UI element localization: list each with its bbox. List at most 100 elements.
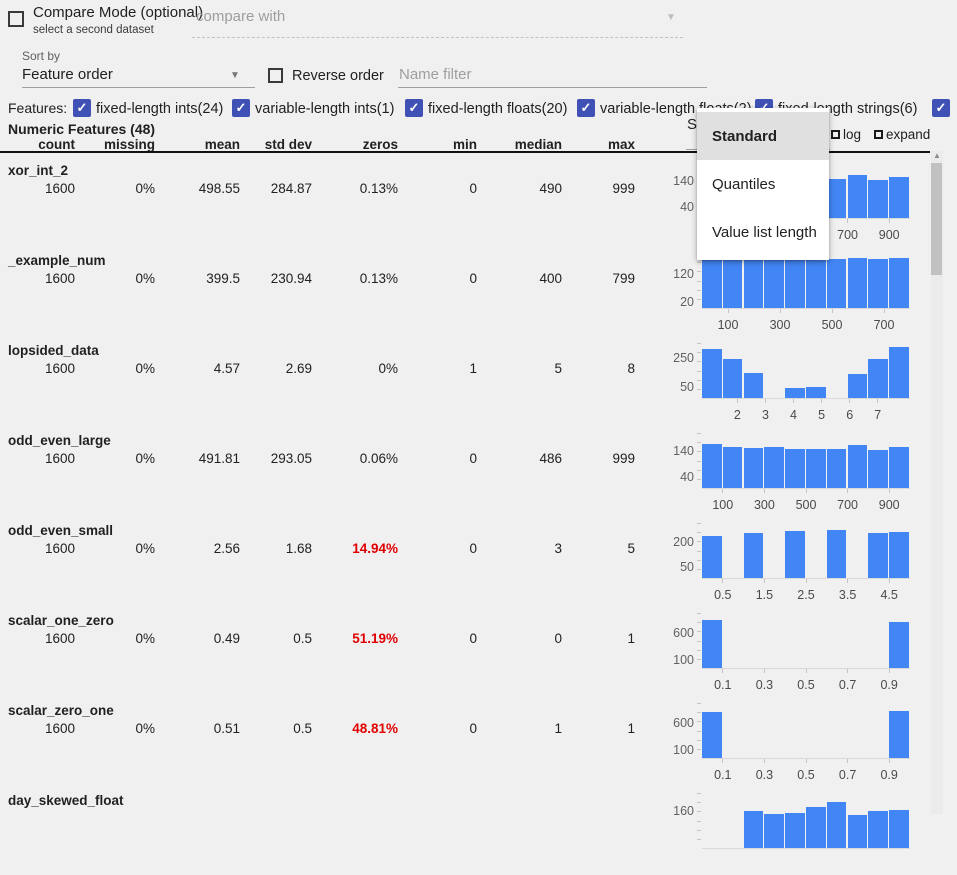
y-axis-tick bbox=[697, 802, 701, 803]
stat-cell: 0% bbox=[308, 361, 398, 376]
stat-cell: 999 bbox=[545, 451, 635, 466]
x-axis-tick bbox=[728, 309, 729, 313]
x-axis-tick bbox=[722, 759, 723, 763]
scrollbar-up-icon[interactable]: ▲ bbox=[931, 150, 943, 162]
column-header: max bbox=[545, 137, 635, 152]
y-axis-label: 100 bbox=[660, 653, 694, 667]
stat-cell: 1 bbox=[545, 721, 635, 736]
feature-name: day_skewed_float bbox=[8, 793, 124, 808]
stat-cell: 0% bbox=[65, 181, 155, 196]
histogram-bar bbox=[785, 813, 805, 848]
histogram-bar bbox=[868, 359, 888, 398]
stat-cell: 284.87 bbox=[222, 181, 312, 196]
log-checkbox[interactable] bbox=[831, 130, 840, 139]
chart-menu-item[interactable]: Standard bbox=[697, 112, 829, 160]
table-row: day_skewed_float 160 bbox=[0, 785, 957, 875]
y-axis-label: 600 bbox=[660, 626, 694, 640]
histogram-bar bbox=[785, 449, 805, 488]
reverse-order-checkbox[interactable] bbox=[268, 68, 283, 83]
histogram-bar bbox=[723, 447, 743, 488]
x-axis-label: 0.3 bbox=[742, 768, 786, 782]
y-axis-label: 40 bbox=[660, 470, 694, 484]
histogram-bar bbox=[889, 810, 909, 849]
y-axis-tick bbox=[697, 712, 701, 713]
y-axis-label: 160 bbox=[660, 804, 694, 818]
histogram bbox=[702, 253, 910, 308]
stat-cell: 0% bbox=[65, 721, 155, 736]
y-axis-tick bbox=[697, 631, 701, 632]
compare-dropdown-arrow-icon: ▼ bbox=[666, 12, 676, 23]
stat-cell: 8 bbox=[545, 361, 635, 376]
chart-menu-item[interactable]: Quantiles bbox=[697, 160, 829, 208]
stat-cell: 0 bbox=[387, 541, 477, 556]
stat-cell: 0.5 bbox=[222, 721, 312, 736]
histogram-bar bbox=[764, 814, 784, 848]
x-axis-tick bbox=[889, 219, 890, 223]
x-axis-tick bbox=[764, 579, 765, 583]
x-axis-tick bbox=[765, 399, 766, 403]
x-axis-tick bbox=[764, 489, 765, 493]
feature-type-checkbox[interactable]: ✓ bbox=[932, 99, 950, 117]
stat-cell: 0% bbox=[65, 451, 155, 466]
y-axis-tick bbox=[697, 641, 701, 642]
stat-cell: 1600 bbox=[0, 181, 75, 196]
y-axis-tick bbox=[697, 551, 701, 552]
stat-cell: 5 bbox=[545, 541, 635, 556]
x-axis-tick bbox=[889, 579, 890, 583]
x-axis-label: 0.1 bbox=[701, 768, 745, 782]
histogram-bar bbox=[889, 622, 909, 668]
reverse-order-label: Reverse order bbox=[292, 68, 384, 84]
histogram-bar bbox=[868, 811, 888, 848]
scrollbar-thumb[interactable] bbox=[931, 163, 942, 275]
feature-type-checkbox[interactable]: ✓ bbox=[73, 99, 91, 117]
log-toggle[interactable]: log bbox=[831, 127, 861, 142]
feature-type-checkbox[interactable]: ✓ bbox=[232, 99, 250, 117]
x-axis-tick bbox=[847, 219, 848, 223]
x-axis-label: 500 bbox=[810, 318, 854, 332]
histogram-bar bbox=[806, 258, 826, 308]
x-axis-tick bbox=[889, 489, 890, 493]
y-axis-tick bbox=[697, 523, 701, 524]
expand-toggle[interactable]: expand bbox=[874, 127, 930, 142]
x-axis-label: 1.5 bbox=[742, 588, 786, 602]
compare-mode-checkbox[interactable] bbox=[8, 11, 24, 27]
histogram-bar bbox=[785, 531, 805, 578]
histogram-bar bbox=[848, 445, 868, 488]
histogram-bar bbox=[744, 448, 764, 488]
expand-checkbox[interactable] bbox=[874, 130, 883, 139]
stat-cell: 1600 bbox=[0, 541, 75, 556]
compare-with-underline bbox=[192, 17, 683, 38]
chart-menu-item[interactable]: Value list length bbox=[697, 208, 829, 256]
column-header: std dev bbox=[222, 137, 312, 152]
histogram-bar bbox=[848, 258, 868, 308]
y-axis-tick bbox=[697, 262, 701, 263]
y-axis-tick bbox=[697, 380, 701, 381]
stat-cell: 0.5 bbox=[222, 631, 312, 646]
histogram-bar bbox=[889, 532, 909, 578]
histogram-bar bbox=[785, 388, 805, 398]
stat-cell: 48.81% bbox=[308, 721, 398, 736]
stat-cell: 0.13% bbox=[308, 271, 398, 286]
stat-cell: 0% bbox=[65, 541, 155, 556]
histogram bbox=[702, 703, 910, 758]
feature-name: scalar_zero_one bbox=[8, 703, 114, 718]
x-axis-label: 0.9 bbox=[867, 768, 911, 782]
histogram-bar bbox=[744, 533, 764, 578]
expand-label: expand bbox=[886, 127, 930, 142]
y-axis-tick bbox=[697, 703, 701, 704]
x-axis-label: 2.5 bbox=[784, 588, 828, 602]
histogram bbox=[702, 613, 910, 668]
histogram-bar bbox=[868, 533, 888, 578]
histogram-bar bbox=[764, 447, 784, 488]
y-axis-tick bbox=[697, 569, 701, 570]
y-axis-tick bbox=[697, 389, 701, 390]
y-axis-tick bbox=[697, 271, 701, 272]
y-axis-label: 20 bbox=[660, 295, 694, 309]
feature-type-checkbox[interactable]: ✓ bbox=[577, 99, 595, 117]
stat-cell: 0% bbox=[65, 631, 155, 646]
feature-type-checkbox[interactable]: ✓ bbox=[405, 99, 423, 117]
histogram-bar bbox=[764, 258, 784, 308]
stat-cell: 999 bbox=[545, 181, 635, 196]
histogram-baseline bbox=[702, 848, 910, 849]
histogram-bar bbox=[806, 449, 826, 488]
